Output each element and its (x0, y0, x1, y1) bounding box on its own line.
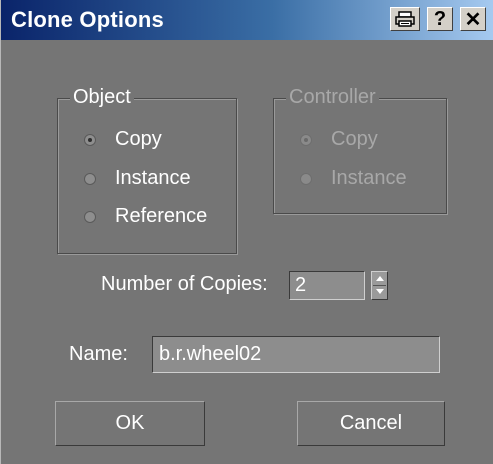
radio-object-copy[interactable]: Copy (84, 128, 162, 151)
close-icon: ✕ (464, 8, 482, 31)
radio-unselected-icon (84, 210, 96, 223)
object-group-legend: Object (70, 86, 134, 108)
radio-unselected-icon (300, 172, 312, 185)
controller-group: Controller Copy Instance (273, 86, 447, 214)
radio-label: Instance (331, 167, 407, 189)
spinner-divider (373, 285, 386, 286)
object-group: Object Copy Instance Reference (57, 86, 237, 254)
cancel-button[interactable]: Cancel (297, 401, 445, 446)
radio-selected-icon (300, 133, 312, 146)
ok-button[interactable]: OK (55, 401, 205, 446)
radio-object-instance[interactable]: Instance (84, 167, 191, 190)
clone-options-dialog: Clone Options ? ✕ Object Copy Instance R… (0, 0, 493, 464)
radio-label: Reference (115, 205, 208, 227)
spinner-down-icon[interactable] (376, 289, 384, 294)
dialog-title: Clone Options (11, 7, 164, 32)
copies-input[interactable]: 2 (289, 271, 365, 300)
title-bar[interactable]: Clone Options ? ✕ (1, 0, 493, 40)
radio-label: Instance (115, 167, 191, 189)
radio-controller-instance: Instance (300, 167, 407, 190)
radio-label: Copy (115, 128, 162, 150)
radio-object-reference[interactable]: Reference (84, 205, 207, 228)
help-button[interactable]: ? (427, 7, 453, 31)
printer-icon (395, 11, 415, 27)
name-label: Name: (69, 343, 128, 365)
radio-selected-icon (84, 133, 96, 146)
copies-spinner[interactable] (371, 271, 388, 300)
radio-unselected-icon (84, 172, 96, 185)
spinner-up-icon[interactable] (376, 276, 384, 281)
copies-label: Number of Copies: (101, 273, 268, 295)
close-button[interactable]: ✕ (460, 7, 486, 31)
name-input[interactable]: b.r.wheel02 (152, 336, 440, 373)
print-button[interactable] (390, 7, 420, 31)
radio-label: Copy (331, 128, 378, 150)
help-icon: ? (433, 7, 447, 30)
radio-controller-copy: Copy (300, 128, 378, 151)
controller-group-legend: Controller (286, 86, 379, 108)
